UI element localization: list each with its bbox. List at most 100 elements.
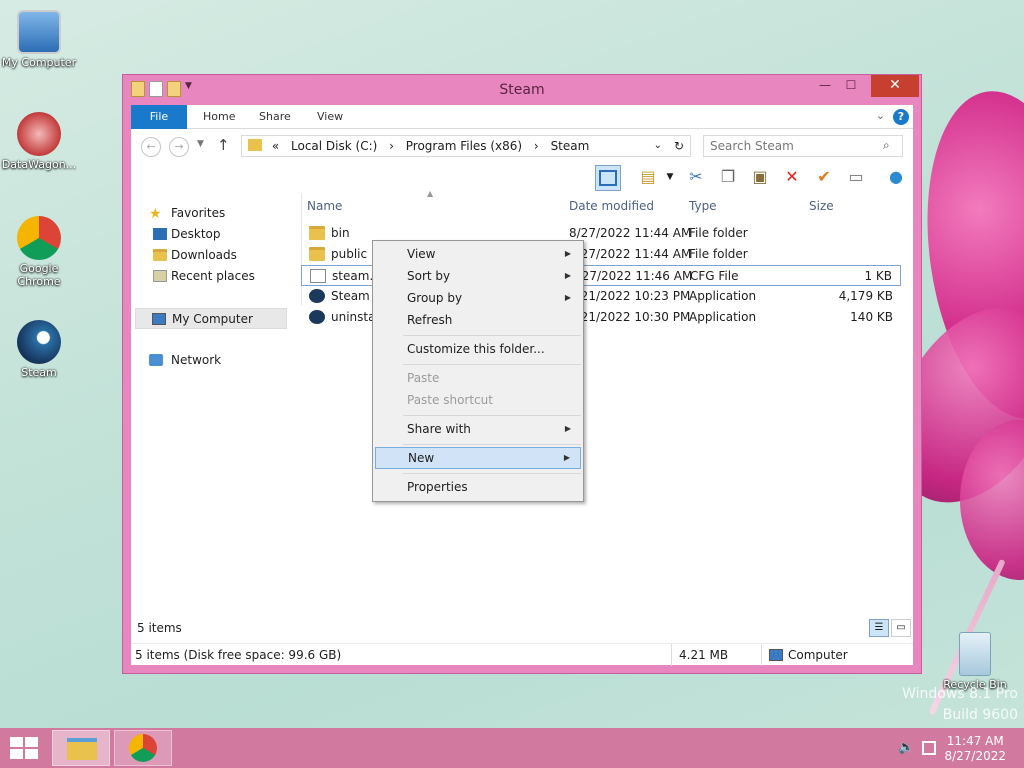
breadcrumb-separator[interactable]: › — [389, 139, 394, 153]
up-button[interactable]: ↑ — [217, 136, 230, 154]
rename-icon[interactable]: ▭ — [843, 165, 869, 191]
back-button[interactable]: ← — [141, 137, 161, 157]
checkmark-icon[interactable]: ✔ — [811, 165, 837, 191]
tab-share[interactable]: Share — [245, 105, 305, 129]
menu-item-share-with[interactable]: Share with ▶ — [375, 418, 581, 440]
column-date-modified[interactable]: Date modified — [569, 199, 654, 213]
close-button[interactable]: ✕ — [871, 75, 919, 97]
network-status-icon[interactable] — [922, 741, 936, 755]
cell-size: 140 KB — [850, 310, 893, 324]
star-icon: ★ — [149, 206, 162, 222]
paste-icon[interactable]: ▣ — [747, 165, 773, 191]
delete-icon[interactable]: ✕ — [779, 165, 805, 191]
menu-separator — [403, 335, 581, 336]
computer-icon — [152, 313, 166, 325]
minimize-button[interactable]: — — [815, 78, 835, 94]
preview-pane-button[interactable] — [595, 165, 621, 191]
menu-item-sort-by[interactable]: Sort by ▶ — [375, 265, 581, 287]
volume-muted-icon[interactable]: 🔈 — [898, 740, 914, 755]
cell-name: bin — [331, 226, 350, 240]
cell-type: CFG File — [690, 269, 739, 283]
computer-icon — [769, 649, 783, 661]
network-globe-icon[interactable]: ● — [883, 165, 909, 191]
cut-icon[interactable]: ✂ — [683, 165, 709, 191]
submenu-arrow-icon: ▶ — [564, 293, 571, 302]
chevron-down-icon[interactable]: ▼ — [657, 165, 683, 191]
cell-name: public — [331, 247, 368, 261]
breadcrumb-steam[interactable]: Steam — [551, 139, 590, 153]
breadcrumb-program-files[interactable]: Program Files (x86) — [406, 139, 522, 153]
column-type[interactable]: Type — [689, 199, 717, 213]
menu-item-group-by[interactable]: Group by ▶ — [375, 287, 581, 309]
forward-button[interactable]: → — [169, 137, 189, 157]
menu-separator — [403, 364, 581, 365]
breadcrumb-separator[interactable]: › — [534, 139, 539, 153]
cell-date: 8/27/2022 11:44 AM — [569, 226, 692, 240]
maximize-button[interactable]: ☐ — [841, 78, 861, 94]
nav-network[interactable]: Network — [131, 350, 291, 371]
expand-ribbon-icon[interactable]: ⌄ — [876, 109, 885, 122]
cell-type: Application — [689, 310, 757, 324]
item-count-bar: 5 items ☰ ▭ — [131, 611, 913, 643]
cell-date: 8/21/2022 10:30 PM — [569, 310, 691, 324]
cell-date: 8/21/2022 10:23 PM — [569, 289, 691, 303]
start-button[interactable] — [10, 737, 38, 759]
tab-file[interactable]: File — [131, 105, 187, 129]
menu-item-view[interactable]: View ▶ — [375, 243, 581, 265]
submenu-arrow-icon: ▶ — [563, 453, 570, 462]
title-bar[interactable]: ▼ Steam — ☐ ✕ — [123, 75, 921, 105]
recycle-bin-icon — [959, 632, 991, 676]
nav-desktop[interactable]: Desktop — [131, 224, 291, 245]
taskbar: 🔈 11:47 AM 8/27/2022 — [0, 728, 1024, 768]
search-input[interactable]: Search Steam — [703, 135, 903, 157]
nav-favorites[interactable]: ★ Favorites — [131, 203, 291, 224]
taskbar-file-explorer[interactable] — [52, 730, 110, 766]
tab-view[interactable]: View — [303, 105, 357, 129]
desktop-icon-recycle-bin[interactable]: Recycle Bin — [936, 632, 1014, 691]
desktop-icon-datawagon[interactable]: DataWagon... — [0, 112, 78, 171]
ribbon: File Home Share View ⌄ ? — [131, 105, 913, 129]
system-clock[interactable]: 11:47 AM 8/27/2022 — [944, 734, 1006, 764]
menu-item-new[interactable]: New ▶ — [375, 447, 581, 469]
desktop-icon-steam[interactable]: Steam — [0, 320, 78, 379]
file-explorer-icon — [67, 738, 97, 760]
menu-item-paste: Paste — [407, 371, 440, 385]
address-dropdown-icon[interactable]: ⌄ — [654, 136, 662, 156]
search-icon[interactable]: ⌕ — [883, 138, 890, 153]
folder-icon — [309, 226, 325, 240]
folder-icon — [309, 247, 325, 261]
cell-name: Steam — [331, 289, 370, 303]
refresh-icon[interactable]: ↻ — [674, 136, 684, 156]
large-icons-view-button[interactable]: ▭ — [891, 619, 911, 637]
window-title: Steam — [499, 82, 545, 98]
menu-item-refresh[interactable]: Refresh — [375, 309, 581, 331]
os-watermark: Windows 8.1 Pro Build 9600 — [902, 686, 1018, 723]
column-headers: Name ▲ Date modified Type Size — [301, 189, 901, 305]
column-name[interactable]: Name — [307, 199, 342, 213]
menu-item-paste-shortcut: Paste shortcut — [407, 393, 493, 407]
help-icon[interactable]: ? — [893, 109, 909, 125]
address-bar[interactable]: « Local Disk (C:) › Program Files (x86) … — [241, 135, 691, 157]
nav-my-computer[interactable]: My Computer — [135, 308, 287, 329]
copy-icon[interactable]: ❐ — [715, 165, 741, 191]
recent-locations-icon[interactable]: ▼ — [197, 139, 204, 149]
menu-item-properties[interactable]: Properties — [375, 476, 581, 498]
taskbar-chrome[interactable] — [114, 730, 172, 766]
column-size[interactable]: Size — [809, 199, 834, 213]
menu-item-customize-folder[interactable]: Customize this folder... — [375, 338, 581, 360]
tab-home[interactable]: Home — [189, 105, 249, 129]
breadcrumb-local-disk[interactable]: Local Disk (C:) — [291, 139, 377, 153]
address-overflow[interactable]: « — [272, 139, 279, 153]
status-free-space: 5 items (Disk free space: 99.6 GB) — [135, 648, 342, 662]
desktop-icon-chrome[interactable]: Google Chrome — [0, 216, 78, 288]
nav-recent-places[interactable]: Recent places — [131, 266, 291, 287]
desktop-icon-my-computer[interactable]: My Computer — [0, 10, 78, 69]
cell-date: 8/27/2022 11:44 AM — [569, 247, 692, 261]
cell-type: Application — [689, 289, 757, 303]
chrome-icon — [129, 734, 157, 762]
details-view-button[interactable]: ☰ — [869, 619, 889, 637]
nav-downloads[interactable]: Downloads — [131, 245, 291, 266]
status-selected-size: 4.21 MB — [679, 648, 729, 662]
menu-separator — [403, 415, 581, 416]
item-count: 5 items — [137, 621, 182, 635]
